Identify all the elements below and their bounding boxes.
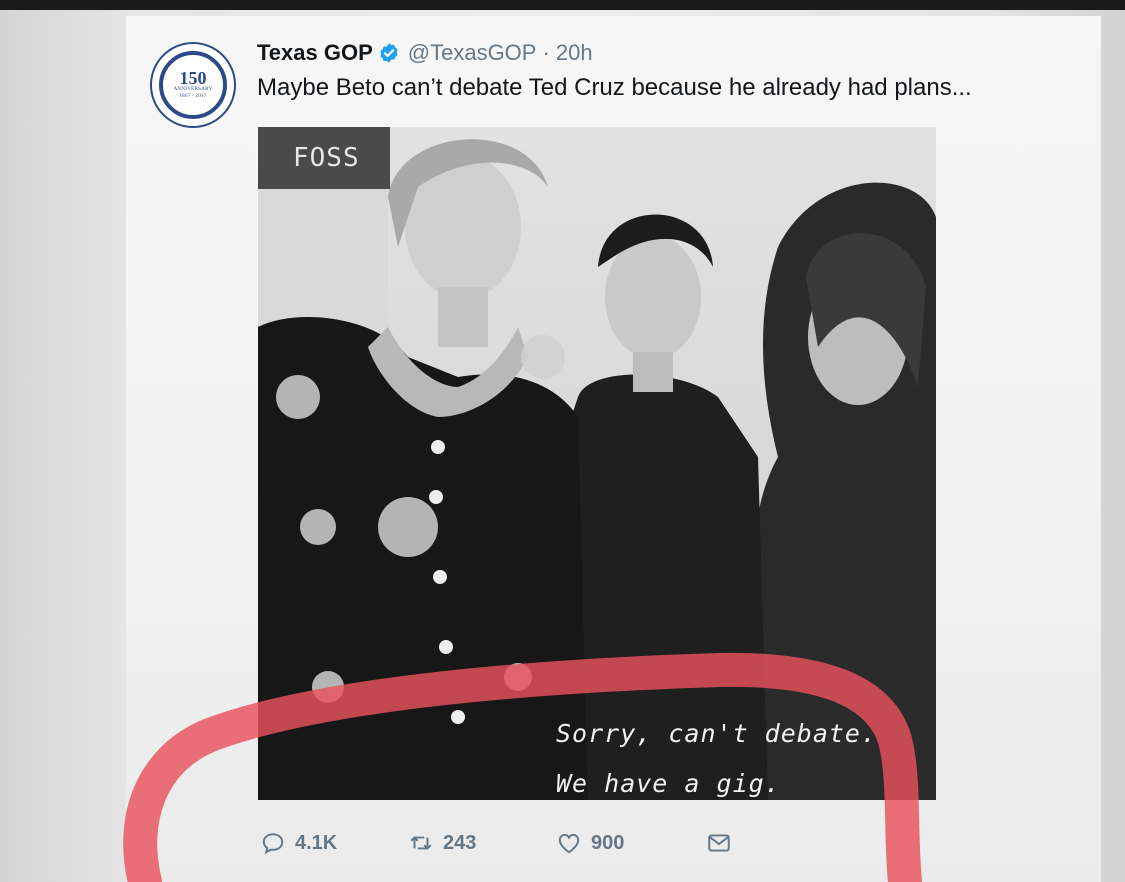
photo-caption-line1: Sorry, can't debate. [556,719,878,748]
photo-caption-line2: We have a gig. [556,769,781,798]
avatar-years: 1867 - 2017 [179,94,207,99]
author-name[interactable]: Texas GOP [257,40,373,66]
direct-message-icon [708,834,730,852]
like-button[interactable]: 900 [556,826,624,860]
verified-badge-icon [380,43,398,63]
tweet-timestamp[interactable]: · 20h [542,40,592,66]
like-icon [558,833,580,854]
avatar-label: ANNIVERSARY [173,87,213,92]
tweet-photo[interactable]: FOSS Sorry, can't debate. We have a gig. [258,127,936,800]
band-photo-illustration [258,127,936,800]
author-handle[interactable]: @TexasGOP [408,40,537,66]
profile-avatar[interactable]: 150 ANNIVERSARY 1867 - 2017 [150,42,236,128]
tweet-actions: 4.1K 243 900 [258,826,778,860]
direct-message-button[interactable] [706,826,732,860]
retweet-icon [410,836,432,850]
retweet-button[interactable]: 243 [408,826,476,860]
reply-button[interactable]: 4.1K [260,826,337,860]
avatar-seal: 150 ANNIVERSARY 1867 - 2017 [159,51,227,119]
retweet-count: 243 [443,831,477,854]
reply-icon [262,833,284,855]
photo-sign: FOSS [258,127,390,189]
reply-count: 4.1K [295,831,338,854]
tweet-text: Maybe Beto can’t debate Ted Cruz because… [257,74,972,101]
avatar-number: 150 [179,68,207,88]
tweet-header: Texas GOP @TexasGOP · 20h [257,38,593,68]
like-count: 900 [591,831,625,854]
